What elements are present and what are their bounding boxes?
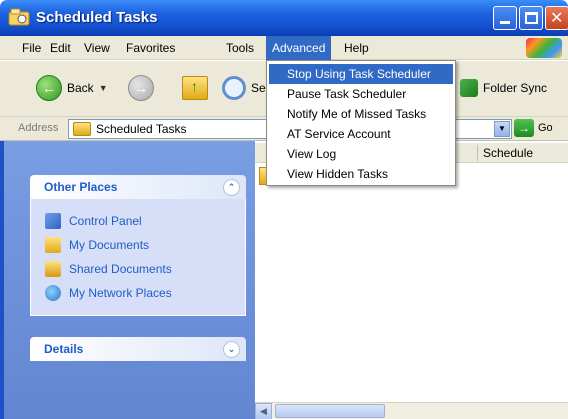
menu-item-stop-task-scheduler[interactable]: Stop Using Task Scheduler [269, 64, 453, 84]
network-places-icon [45, 285, 61, 301]
menu-favorites[interactable]: Favorites [120, 36, 181, 60]
other-places-title: Other Places [44, 180, 118, 194]
back-dropdown-icon[interactable]: ▼ [99, 83, 108, 93]
title-bar[interactable]: Scheduled Tasks ✕ [0, 0, 568, 36]
address-dropdown-icon[interactable]: ▼ [494, 121, 510, 137]
up-folder-button[interactable] [182, 76, 208, 100]
menu-advanced[interactable]: Advanced [266, 36, 332, 60]
task-pane: Other Places ⌃ Control Panel My Document… [0, 141, 255, 419]
details-header[interactable]: Details ⌄ [30, 337, 246, 361]
folder-sync-button[interactable]: Folder Sync [460, 79, 547, 97]
place-label: Control Panel [69, 214, 142, 228]
search-label: Se [251, 81, 266, 95]
place-label: My Documents [69, 238, 150, 252]
menu-view[interactable]: View [78, 36, 116, 60]
go-label: Go [538, 122, 553, 134]
windows-logo-icon [526, 38, 562, 58]
go-button[interactable]: → Go [514, 119, 553, 137]
collapse-icon[interactable]: ⌃ [223, 178, 240, 196]
details-title: Details [44, 342, 84, 356]
back-button[interactable]: ← Back ▼ [36, 75, 108, 101]
scroll-thumb[interactable] [275, 404, 385, 418]
back-label: Back [67, 81, 94, 95]
folder-sync-icon [460, 79, 478, 97]
scheduled-tasks-folder-icon [73, 122, 91, 136]
menu-help[interactable]: Help [338, 36, 375, 60]
control-panel-icon [45, 213, 61, 229]
place-control-panel[interactable]: Control Panel [45, 209, 231, 233]
menu-item-view-log[interactable]: View Log [269, 144, 453, 164]
folder-sync-label: Folder Sync [483, 81, 548, 95]
menu-file[interactable]: File [16, 36, 47, 60]
maximize-button[interactable] [519, 6, 543, 30]
advanced-menu: Stop Using Task Scheduler Pause Task Sch… [266, 60, 456, 186]
menu-item-pause-task-scheduler[interactable]: Pause Task Scheduler [269, 84, 453, 104]
column-divider[interactable] [477, 145, 478, 161]
scheduled-tasks-icon [8, 8, 30, 26]
forward-button[interactable]: → [128, 75, 154, 101]
minimize-icon [500, 21, 510, 24]
other-places-panel: Other Places ⌃ Control Panel My Document… [30, 175, 246, 316]
other-places-body: Control Panel My Documents Shared Docume… [30, 199, 246, 316]
column-schedule[interactable]: Schedule [483, 146, 533, 160]
expand-icon[interactable]: ⌄ [223, 340, 240, 358]
folder-up-icon [182, 76, 208, 100]
minimize-button[interactable] [493, 6, 517, 30]
menu-item-view-hidden-tasks[interactable]: View Hidden Tasks [269, 164, 453, 184]
horizontal-scrollbar[interactable]: ◀ [255, 402, 568, 419]
search-icon [222, 76, 246, 100]
shared-documents-icon [45, 261, 61, 277]
place-label: My Network Places [69, 286, 172, 300]
forward-arrow-icon: → [128, 75, 154, 101]
search-button[interactable]: Se [222, 76, 266, 100]
my-documents-icon [45, 237, 61, 253]
menu-tools[interactable]: Tools [220, 36, 260, 60]
place-shared-documents[interactable]: Shared Documents [45, 257, 231, 281]
close-button[interactable]: ✕ [545, 6, 568, 30]
place-my-documents[interactable]: My Documents [45, 233, 231, 257]
address-value: Scheduled Tasks [96, 122, 187, 136]
details-panel: Details ⌄ [30, 337, 246, 361]
menu-bar: File Edit View Favorites Tools Advanced … [0, 36, 568, 60]
close-icon: ✕ [550, 10, 564, 27]
address-label: Address [18, 122, 59, 134]
place-label: Shared Documents [69, 262, 172, 276]
other-places-header[interactable]: Other Places ⌃ [30, 175, 246, 199]
maximize-icon [525, 12, 538, 24]
go-arrow-icon: → [514, 119, 534, 137]
menu-item-notify-missed-tasks[interactable]: Notify Me of Missed Tasks [269, 104, 453, 124]
window-title: Scheduled Tasks [36, 9, 158, 26]
scroll-left-icon[interactable]: ◀ [255, 403, 272, 419]
back-arrow-icon: ← [36, 75, 62, 101]
place-my-network-places[interactable]: My Network Places [45, 281, 231, 305]
menu-item-at-service-account[interactable]: AT Service Account [269, 124, 453, 144]
menu-edit[interactable]: Edit [44, 36, 77, 60]
